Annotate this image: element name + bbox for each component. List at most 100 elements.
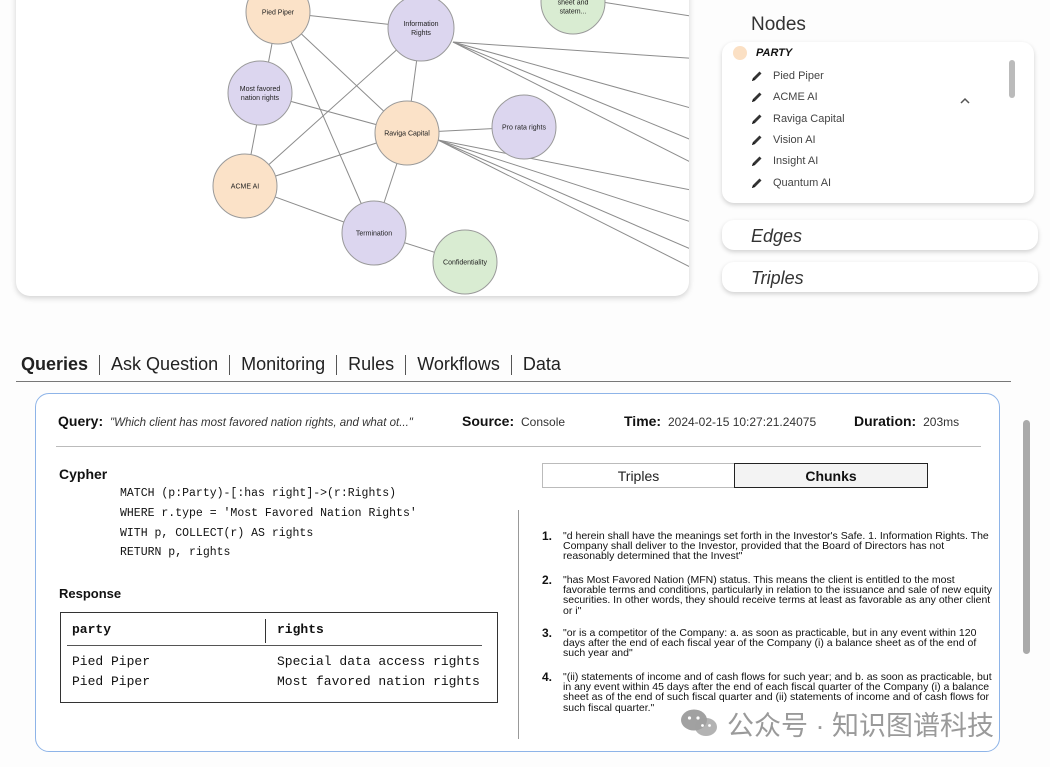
page-scrollbar[interactable]	[1023, 420, 1030, 654]
edges-accordion[interactable]: Edges	[722, 220, 1038, 250]
source-key: Source:	[462, 413, 515, 429]
graph-edge	[601, 1, 689, 17]
pencil-icon[interactable]	[750, 154, 764, 168]
tab-ask-question[interactable]: Ask Question	[100, 354, 229, 375]
graph-node-label: Pro rata rights	[502, 125, 546, 132]
triples-accordion-label: Triples	[751, 268, 804, 288]
tab-monitoring[interactable]: Monitoring	[230, 354, 336, 375]
time-key: Time:	[624, 413, 662, 429]
pencil-icon[interactable]	[750, 176, 764, 190]
response-title: Response	[59, 586, 122, 601]
graph-node-most-favored[interactable]: Most favored nation rights	[227, 60, 293, 126]
column-divider	[265, 619, 266, 643]
graph-node-label: Information	[403, 21, 438, 28]
tab-data[interactable]: Data	[512, 354, 572, 375]
tab-queries[interactable]: Queries	[21, 354, 99, 375]
tab-rules[interactable]: Rules	[337, 354, 405, 375]
table-header-party: party	[72, 622, 112, 637]
graph-node-label: sheet and	[558, 0, 589, 7]
triples-chunks-toggle: Triples Chunks	[542, 463, 928, 488]
graph-node-pied-piper[interactable]: Pied Piper	[245, 0, 311, 45]
table-cell: Pied Piper	[72, 674, 151, 689]
graph-node-acme-ai[interactable]: ACME AI	[212, 153, 278, 219]
main-tabs: Queries Ask Question Monitoring Rules Wo…	[21, 354, 572, 375]
query-meta: Query: "Which client has most favored na…	[58, 413, 413, 429]
wechat-logo-icon	[681, 709, 717, 736]
chevron-up-icon[interactable]	[959, 96, 971, 106]
graph-node-label: statem...	[560, 9, 587, 16]
graph-node-deliver[interactable]: Deliver balancesheet andstatem...	[540, 0, 606, 35]
edges-accordion-label: Edges	[751, 226, 803, 246]
node-item-acme-ai[interactable]: ACME AI	[750, 89, 818, 105]
node-item-insight-ai[interactable]: Insight AI	[750, 153, 818, 169]
nodes-list-scrollbar[interactable]	[1009, 60, 1015, 98]
chunk-text: "has Most Favored Nation (MFN) status. T…	[563, 574, 992, 617]
source-meta: Source: Console	[462, 413, 565, 429]
vertical-divider	[518, 510, 519, 739]
graph-svg[interactable]: Pied PiperInformationRightsDeliver balan…	[16, 0, 689, 296]
node-item-quantum-ai[interactable]: Quantum AI	[750, 175, 831, 191]
meta-divider	[56, 446, 981, 447]
graph-edge	[452, 41, 689, 109]
query-text[interactable]: "Which client has most favored nation ri…	[110, 417, 413, 429]
time-value: 2024-02-15 10:27:21.24075	[667, 415, 817, 429]
node-item-label: Pied Piper	[773, 70, 824, 82]
pencil-icon[interactable]	[750, 90, 764, 104]
chunk-number: 4.	[542, 670, 553, 684]
node-item-vision-ai[interactable]: Vision AI	[750, 132, 816, 148]
query-key: Query:	[58, 413, 104, 429]
query-detail-card: Query: "Which client has most favored na…	[35, 393, 1000, 752]
graph-node-confidentiality[interactable]: Confidentiality	[432, 229, 498, 295]
graph-node-pro-rata[interactable]: Pro rata rights	[491, 94, 557, 160]
graph-node-raviga-capital[interactable]: Raviga Capital	[374, 100, 440, 166]
node-item-label: Vision AI	[773, 134, 816, 146]
table-header-rights: rights	[277, 622, 324, 637]
graph-edge	[277, 11, 375, 234]
tabs-underline	[16, 381, 1011, 382]
graph-canvas[interactable]: Pied PiperInformationRightsDeliver balan…	[16, 0, 689, 296]
graph-node-information-rights[interactable]: Information Rights	[387, 0, 455, 62]
header-divider	[67, 645, 482, 646]
response-table: party rights Pied Piper Special data acc…	[60, 612, 498, 703]
watermark-text: 公众号 · 知识图谱科技	[727, 710, 994, 741]
table-cell: Special data access rights	[277, 654, 480, 669]
graph-edge	[437, 139, 689, 191]
triples-accordion[interactable]: Triples	[722, 262, 1038, 292]
source-value: Console	[521, 415, 566, 429]
graph-node-label: Termination	[356, 231, 392, 238]
node-item-label: Raviga Capital	[773, 113, 845, 125]
chunk-text: "or is a competitor of the Company: a. a…	[563, 627, 977, 660]
duration-meta: Duration: 203ms	[854, 413, 959, 429]
node-item-label: Quantum AI	[773, 177, 832, 189]
pencil-icon[interactable]	[750, 133, 764, 147]
graph-edge	[452, 41, 689, 162]
node-item-label: ACME AI	[773, 91, 818, 103]
watermark: 公众号 · 知识图谱科技	[679, 707, 994, 741]
graph-node-label: ACME AI	[231, 184, 259, 191]
graph-node-label: Confidentiality	[443, 260, 487, 267]
graph-node-circle[interactable]	[245, 0, 311, 45]
graph-node-label: nation rights	[241, 95, 280, 102]
graph-node-label: Raviga Capital	[384, 131, 430, 138]
table-cell: Most favored nation rights	[277, 674, 480, 689]
node-item-pied-piper[interactable]: Pied Piper	[750, 68, 824, 84]
graph-node-circle[interactable]	[227, 60, 293, 126]
duration-key: Duration:	[854, 413, 917, 429]
tab-workflows[interactable]: Workflows	[406, 354, 511, 375]
node-item-raviga-capital[interactable]: Raviga Capital	[750, 111, 845, 127]
party-group-label[interactable]: PARTY	[756, 47, 792, 59]
node-item-label: Insight AI	[773, 155, 819, 167]
chunk-number: 2.	[542, 573, 553, 587]
chunks-toggle-button[interactable]: Chunks	[734, 463, 928, 488]
graph-edge	[452, 41, 689, 59]
cypher-title: Cypher	[59, 466, 108, 482]
graph-node-termination[interactable]: Termination	[341, 200, 407, 266]
pencil-icon[interactable]	[750, 69, 764, 83]
graph-edge	[437, 139, 689, 222]
graph-edge	[452, 41, 689, 140]
pencil-icon[interactable]	[750, 112, 764, 126]
triples-toggle-button[interactable]: Triples	[542, 463, 734, 488]
nodes-title: Nodes	[751, 14, 806, 35]
table-cell: Pied Piper	[72, 654, 151, 669]
graph-node-label: Rights	[411, 30, 431, 37]
